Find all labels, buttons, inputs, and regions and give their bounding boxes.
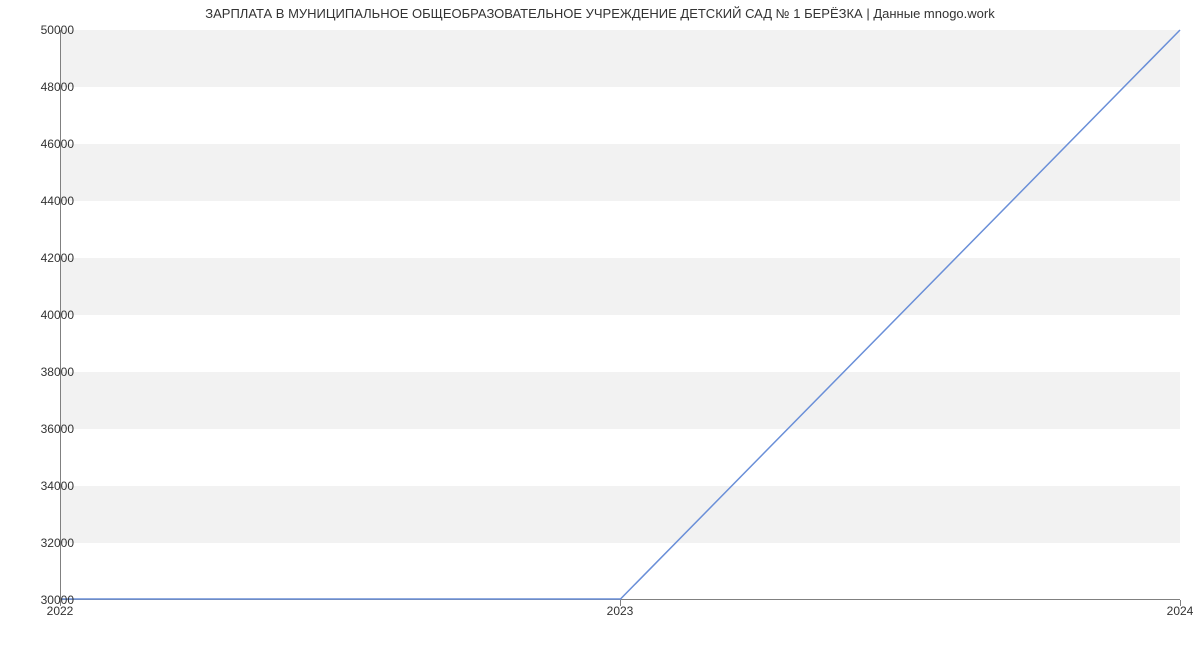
line-layer xyxy=(61,30,1180,599)
x-tick-label: 2022 xyxy=(47,604,74,618)
chart-container: ЗАРПЛАТА В МУНИЦИПАЛЬНОЕ ОБЩЕОБРАЗОВАТЕЛ… xyxy=(0,0,1200,650)
y-tick-label: 32000 xyxy=(24,536,74,550)
x-tick-mark xyxy=(620,600,621,606)
y-tick-label: 50000 xyxy=(24,23,74,37)
y-tick-label: 48000 xyxy=(24,80,74,94)
y-tick-label: 46000 xyxy=(24,137,74,151)
y-tick-label: 34000 xyxy=(24,479,74,493)
y-tick-label: 42000 xyxy=(24,251,74,265)
plot-area xyxy=(60,30,1180,600)
y-tick-label: 38000 xyxy=(24,365,74,379)
series-line xyxy=(61,30,1180,599)
chart-title: ЗАРПЛАТА В МУНИЦИПАЛЬНОЕ ОБЩЕОБРАЗОВАТЕЛ… xyxy=(0,6,1200,21)
y-tick-label: 44000 xyxy=(24,194,74,208)
x-tick-label: 2024 xyxy=(1167,604,1194,618)
x-tick-label: 2023 xyxy=(607,604,634,618)
y-tick-label: 36000 xyxy=(24,422,74,436)
x-tick-mark xyxy=(60,600,61,606)
y-tick-label: 40000 xyxy=(24,308,74,322)
x-tick-mark xyxy=(1180,600,1181,606)
